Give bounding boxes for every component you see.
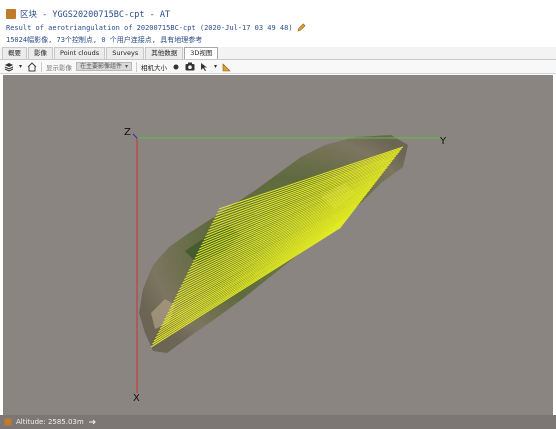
toolbar-separator bbox=[41, 61, 42, 72]
chevron-down-icon[interactable]: ▾ bbox=[213, 62, 218, 72]
display-photos-label: 显示影像 bbox=[46, 63, 72, 72]
block-icon bbox=[6, 9, 16, 19]
altitude-readout: Altitude: 2585.03m bbox=[16, 418, 84, 426]
altitude-icon bbox=[4, 418, 12, 426]
tab-photos[interactable]: 影像 bbox=[28, 47, 53, 59]
axis-label-z: Z bbox=[124, 127, 131, 138]
photo-group-select[interactable]: 在主要影像组件 ▾ bbox=[76, 62, 133, 71]
camera-size-label: 相机大小 bbox=[141, 63, 168, 72]
at-result-subtitle: Result of aerotriangulation of 20200715B… bbox=[6, 23, 306, 32]
tab-point-clouds[interactable]: Point clouds bbox=[54, 47, 106, 59]
chevron-down-icon: ▾ bbox=[125, 63, 129, 70]
arrow-icon bbox=[88, 419, 96, 425]
window-header: 区块 - YGGS20200715BC-cpt - AT Result of a… bbox=[0, 0, 556, 47]
status-bar: Altitude: 2585.03m bbox=[0, 415, 556, 429]
photo-group-select-value: 在主要影像组件 bbox=[80, 63, 123, 70]
layers-icon[interactable] bbox=[4, 62, 14, 72]
viewer-toolbar: ▾ 显示影像 在主要影像组件 ▾ 相机大小 ▾ bbox=[0, 60, 556, 74]
tab-surveys[interactable]: Surveys bbox=[106, 47, 145, 59]
tab-overview[interactable]: 概要 bbox=[2, 47, 27, 59]
subtitle-text: Result of aerotriangulation of 20200715B… bbox=[6, 23, 293, 32]
tab-bar: 概要 影像 Point clouds Surveys 其他数据 3D视图 bbox=[0, 47, 556, 60]
3d-viewport[interactable]: Z Y X bbox=[3, 75, 553, 415]
camera-icon[interactable] bbox=[185, 62, 195, 72]
pointer-tool-icon[interactable] bbox=[199, 62, 209, 72]
window-title: 区块 - YGGS20200715BC-cpt - AT bbox=[20, 10, 171, 20]
toolbar-separator bbox=[136, 61, 138, 72]
tab-3d-view[interactable]: 3D视图 bbox=[184, 47, 219, 59]
tab-other-data[interactable]: 其他数据 bbox=[145, 47, 184, 59]
edit-icon[interactable] bbox=[297, 23, 306, 32]
home-icon[interactable] bbox=[27, 61, 37, 72]
z-axis-line bbox=[132, 133, 138, 139]
camera-size-dot-icon[interactable] bbox=[171, 62, 181, 72]
ruler-icon[interactable] bbox=[222, 62, 232, 72]
title-row: 区块 - YGGS20200715BC-cpt - AT bbox=[6, 8, 170, 20]
axis-label-y: Y bbox=[439, 136, 447, 147]
3d-scene[interactable]: Z Y X bbox=[3, 75, 553, 415]
axis-label-x: X bbox=[133, 393, 140, 404]
block-stats: 15024幅影像, 73个控制点, 0 个用户连接点, 具有地理参考 bbox=[6, 36, 203, 44]
chevron-down-icon[interactable]: ▾ bbox=[18, 62, 23, 72]
